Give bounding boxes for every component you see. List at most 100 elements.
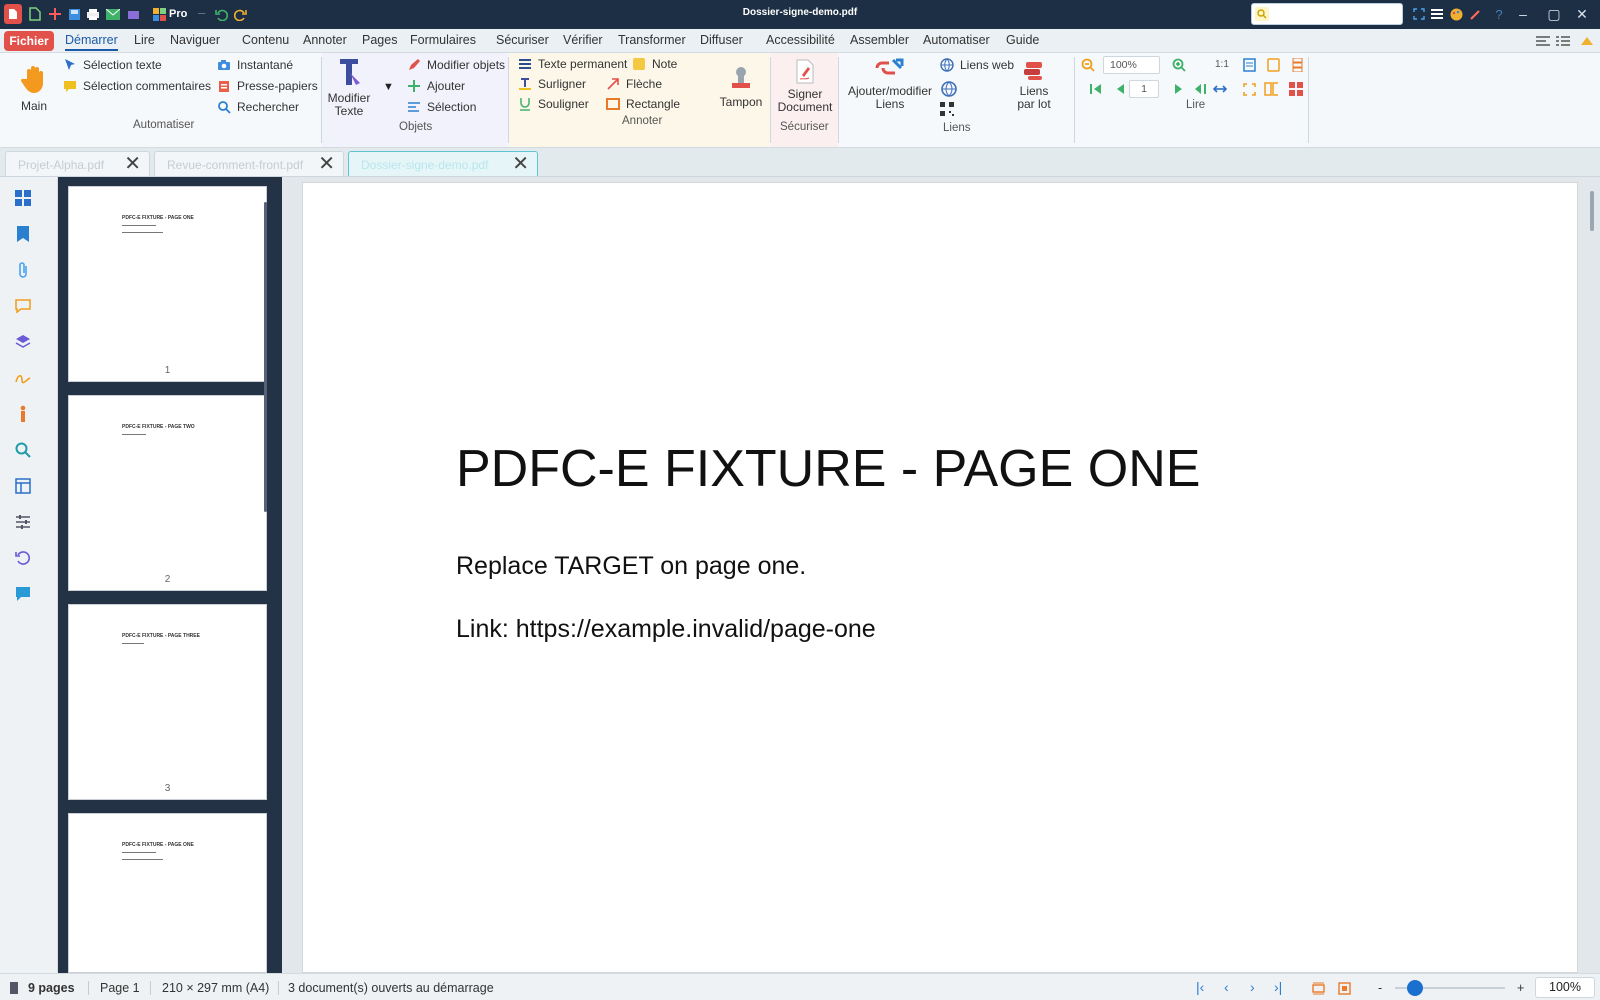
fullscreen-icon[interactable]	[1412, 7, 1426, 21]
previous-page-nav-icon[interactable]: ‹	[1224, 979, 1229, 995]
batch-links-button[interactable]: Liens par lot	[1009, 60, 1059, 111]
menu-assembler[interactable]: Assembler	[850, 33, 909, 47]
print-icon[interactable]	[86, 7, 100, 21]
document-tab-active[interactable]: Dossier-signe-demo.pdf ✕	[348, 151, 538, 176]
page-number-input[interactable]: 1	[1129, 80, 1159, 98]
close-tab-icon[interactable]: ✕	[124, 154, 141, 174]
attachment-icon[interactable]	[14, 261, 32, 279]
page-thumbnail[interactable]: PDFC-E FIXTURE - PAGE TWO 2	[68, 395, 267, 591]
undo-icon[interactable]	[214, 7, 228, 21]
full-screen-icon[interactable]	[1242, 82, 1256, 96]
layers-icon[interactable]	[14, 333, 32, 351]
page-thumbnail[interactable]: PDFC-E FIXTURE - PAGE ONE 1	[68, 186, 267, 382]
first-page-icon[interactable]	[1089, 82, 1103, 96]
permanent-text-button[interactable]: Texte permanent	[518, 57, 627, 71]
underline-button[interactable]: Souligner	[518, 97, 589, 111]
history-icon[interactable]	[14, 549, 32, 567]
zoom-in-status-button[interactable]: +	[1517, 981, 1524, 995]
first-page-nav-icon[interactable]: |‹	[1196, 979, 1204, 995]
menu-diffuser[interactable]: Diffuser	[700, 33, 743, 47]
document-tab[interactable]: Revue-comment-front.pdf ✕	[154, 151, 344, 176]
fit-width-icon[interactable]	[1213, 82, 1227, 96]
sign-document-button[interactable]: Signer Document	[775, 59, 835, 114]
select-comments-button[interactable]: Sélection commentaires	[63, 79, 211, 93]
close-tab-icon[interactable]: ✕	[512, 154, 529, 174]
table-icon[interactable]	[14, 477, 32, 495]
vertical-scrollbar[interactable]	[1590, 191, 1594, 231]
continuous-icon[interactable]	[1290, 58, 1304, 72]
palette-icon[interactable]	[1449, 7, 1463, 21]
menu-formulaires[interactable]: Formulaires	[410, 33, 476, 47]
accessibility-icon[interactable]	[14, 405, 32, 423]
zoom-slider-thumb[interactable]	[1407, 980, 1423, 996]
edit-text-button[interactable]: Modifier Texte	[326, 57, 372, 118]
page-link-line[interactable]: Link: https://example.invalid/page-one	[456, 615, 876, 644]
menu-lire[interactable]: Lire	[134, 33, 155, 47]
previous-view-icon[interactable]	[1193, 82, 1207, 96]
qr-code-icon[interactable]	[940, 102, 954, 116]
add-object-button[interactable]: Ajouter	[407, 79, 465, 93]
menu-verifier[interactable]: Vérifier	[563, 33, 603, 47]
menu-accessibilite[interactable]: Accessibilité	[766, 33, 835, 47]
comments-icon[interactable]	[14, 297, 32, 315]
menu-list-icon[interactable]	[1430, 7, 1444, 21]
page-thumbnail[interactable]: PDFC-E FIXTURE - PAGE THREE 3	[68, 604, 267, 800]
redo-icon[interactable]	[233, 7, 247, 21]
select-text-button[interactable]: Sélection texte	[63, 58, 162, 72]
menu-naviguer[interactable]: Naviguer	[170, 33, 220, 47]
close-button[interactable]: ✕	[1573, 6, 1591, 22]
settings-sliders-icon[interactable]	[14, 513, 32, 531]
fit-width-status-icon[interactable]	[1311, 981, 1325, 995]
single-page-icon[interactable]	[1242, 58, 1256, 72]
zoom-out-status-button[interactable]: -	[1378, 981, 1382, 995]
page-fit-icon[interactable]	[1266, 58, 1280, 72]
zoom-out-icon[interactable]	[1081, 58, 1095, 72]
globe-link-icon[interactable]	[940, 80, 958, 98]
next-page-icon[interactable]	[1172, 82, 1186, 96]
menu-guide[interactable]: Guide	[1006, 33, 1039, 47]
arrow-button[interactable]: Flèche	[606, 77, 662, 91]
menu-securiser[interactable]: Sécuriser	[496, 33, 549, 47]
stamp-button[interactable]: Tampon	[718, 65, 764, 109]
actual-size-button[interactable]: 1:1	[1215, 59, 1229, 70]
help-icon[interactable]: ?	[1492, 7, 1506, 22]
edit-objects-button[interactable]: Modifier objets	[407, 58, 505, 72]
clipboard-button[interactable]: Presse-papiers	[217, 79, 318, 93]
note-button[interactable]: Note	[632, 57, 677, 71]
signature-icon[interactable]	[14, 369, 32, 387]
two-pages-icon[interactable]	[1264, 82, 1278, 96]
search-button[interactable]: Rechercher	[217, 100, 299, 114]
zoom-level-input[interactable]: 100%	[1535, 977, 1595, 998]
highlight-button[interactable]: Surligner	[518, 77, 586, 91]
document-tab[interactable]: Projet-Alpha.pdf ✕	[5, 151, 150, 176]
zoom-input[interactable]: 100%	[1103, 56, 1160, 74]
page-thumbnail[interactable]: PDFC-E FIXTURE - PAGE ONE	[68, 813, 267, 973]
search-panel-icon[interactable]	[14, 441, 32, 459]
menu-demarrer[interactable]: Démarrer	[65, 33, 118, 51]
selection-button[interactable]: Sélection	[407, 100, 476, 114]
add-icon[interactable]	[48, 7, 62, 21]
thumbnail-scrollbar[interactable]	[264, 202, 267, 512]
menu-automatiser[interactable]: Automatiser	[923, 33, 990, 47]
minimize-button[interactable]: –	[1514, 6, 1532, 22]
ribbon-list-icon[interactable]	[1556, 34, 1570, 48]
save-icon[interactable]	[67, 7, 81, 21]
grid-view-icon[interactable]	[1289, 82, 1303, 96]
ribbon-layout-icon[interactable]	[1536, 34, 1550, 48]
menu-annoter[interactable]: Annoter	[303, 33, 347, 47]
collapse-ribbon-icon[interactable]	[1580, 34, 1594, 48]
next-page-nav-icon[interactable]: ›	[1250, 979, 1255, 995]
close-tab-icon[interactable]: ✕	[318, 154, 335, 174]
web-links-button[interactable]: Liens web	[940, 58, 1014, 72]
menu-transformer[interactable]: Transformer	[618, 33, 686, 47]
fit-page-status-icon[interactable]	[1337, 981, 1351, 995]
rectangle-button[interactable]: Rectangle	[606, 97, 680, 111]
edit-text-dropdown-icon[interactable]: ▼	[383, 81, 394, 93]
chat-icon[interactable]	[14, 585, 32, 603]
snapshot-button[interactable]: Instantané	[217, 58, 293, 72]
new-document-icon[interactable]	[28, 7, 42, 21]
edit-links-button[interactable]: Ajouter/modifier Liens	[845, 56, 935, 111]
search-input[interactable]	[1251, 3, 1403, 25]
previous-page-icon[interactable]	[1113, 82, 1127, 96]
bookmark-icon[interactable]	[14, 225, 32, 243]
